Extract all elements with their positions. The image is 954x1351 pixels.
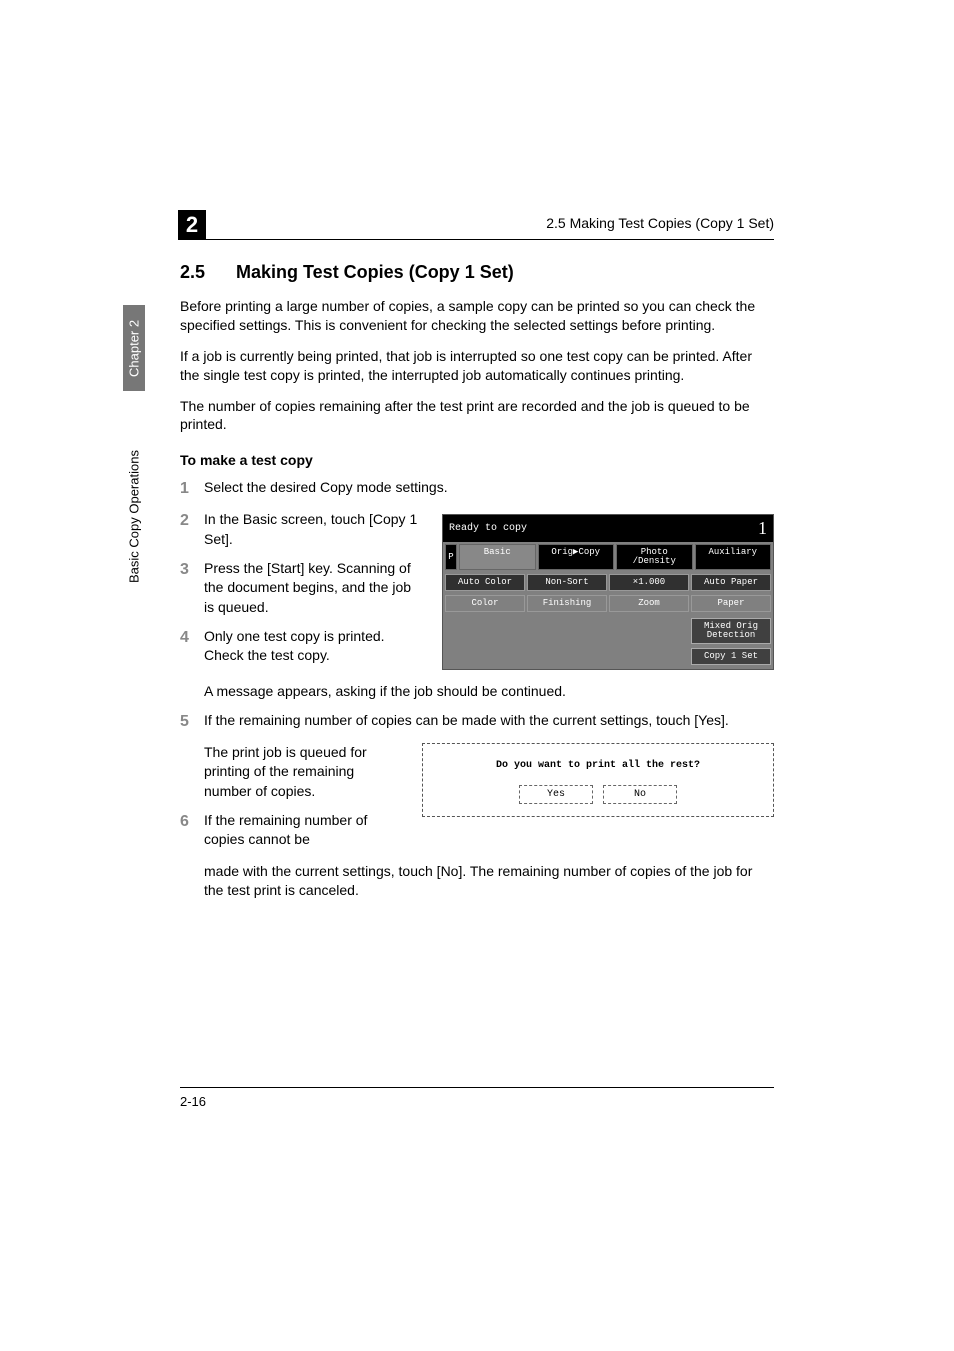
lcd-btn-yes[interactable]: Yes (519, 785, 593, 804)
intro-para-2: If a job is currently being printed, tha… (180, 347, 774, 385)
section-title: Making Test Copies (Copy 1 Set) (236, 262, 514, 282)
lcd-btn-auto-color[interactable]: Auto Color (445, 574, 525, 591)
lcd-tab-auxiliary[interactable]: Auxiliary (695, 544, 772, 570)
lcd-btn-copy-1-set[interactable]: Copy 1 Set (691, 648, 771, 665)
step-number: 6 (180, 811, 204, 850)
lcd-label-paper: Paper (691, 595, 771, 612)
side-section-label: Basic Copy Operations (120, 437, 148, 597)
step-2: 2 In the Basic screen, touch [Copy 1 Set… (180, 510, 424, 549)
lcd-copy-count: 1 (758, 518, 767, 539)
lcd-basic-screen: Ready to copy 1 P Basic Orig▶Copy Photo … (442, 514, 774, 670)
step-6-cont: made with the current settings, touch [N… (180, 862, 774, 901)
step-text: Select the desired Copy mode settings. (204, 478, 774, 500)
step-3: 3 Press the [Start] key. Scanning of the… (180, 559, 424, 617)
lcd-tab-photo-density[interactable]: Photo /Density (616, 544, 693, 570)
page-number: 2-16 (180, 1094, 206, 1109)
step-text-cont: made with the current settings, touch [N… (204, 862, 774, 901)
step-5: 5 If the remaining number of copies can … (180, 711, 774, 733)
step-6-start: 6 If the remaining number of copies cann… (180, 811, 404, 850)
lcd-p-icon: P (445, 544, 457, 570)
step-text: If the remaining number of copies can be… (204, 711, 774, 733)
step-4-sub: A message appears, asking if the job sho… (180, 682, 774, 701)
lcd-btn-auto-paper[interactable]: Auto Paper (691, 574, 771, 591)
lcd-confirm-dialog: Do you want to print all the rest? Yes N… (422, 743, 774, 817)
lcd-btn-mixed-orig[interactable]: Mixed Orig Detection (691, 618, 771, 644)
lcd-label-zoom: Zoom (609, 595, 689, 612)
running-head: 2.5 Making Test Copies (Copy 1 Set) (205, 215, 774, 240)
step-number: 3 (180, 559, 204, 617)
step-number: 4 (180, 627, 204, 666)
step-text: In the Basic screen, touch [Copy 1 Set]. (204, 510, 424, 549)
step-text-partial: If the remaining number of copies cannot… (204, 811, 404, 850)
lcd-confirm-question: Do you want to print all the rest? (433, 760, 763, 771)
step-5-sub: The print job is queued for printing of … (180, 743, 404, 801)
lcd-btn-non-sort[interactable]: Non-Sort (527, 574, 607, 591)
step-text: Only one test copy is printed. Check the… (204, 628, 385, 663)
lcd-btn-no[interactable]: No (603, 785, 677, 804)
procedure-heading: To make a test copy (180, 452, 774, 468)
lcd-label-color: Color (445, 595, 525, 612)
lcd-tab-orig-copy[interactable]: Orig▶Copy (538, 544, 615, 570)
step-subtext: A message appears, asking if the job sho… (204, 682, 774, 701)
step-subtext: The print job is queued for printing of … (204, 743, 404, 801)
chapter-number-tab: 2 (178, 210, 206, 240)
step-text: Press the [Start] key. Scanning of the d… (204, 559, 424, 617)
lcd-status-text: Ready to copy (449, 523, 527, 534)
section-number: 2.5 (180, 262, 236, 283)
lcd-btn-zoom-value[interactable]: ×1.000 (609, 574, 689, 591)
step-1: 1 Select the desired Copy mode settings. (180, 478, 774, 500)
step-number: 1 (180, 478, 204, 500)
lcd-label-finishing: Finishing (527, 595, 607, 612)
step-4: 4 Only one test copy is printed. Check t… (180, 627, 424, 666)
intro-para-3: The number of copies remaining after the… (180, 397, 774, 435)
intro-para-1: Before printing a large number of copies… (180, 297, 774, 335)
step-number: 2 (180, 510, 204, 549)
section-heading: 2.5Making Test Copies (Copy 1 Set) (180, 262, 774, 283)
side-chapter-label: Chapter 2 (123, 305, 145, 391)
step-number: 5 (180, 711, 204, 733)
lcd-tab-basic[interactable]: Basic (459, 544, 536, 570)
